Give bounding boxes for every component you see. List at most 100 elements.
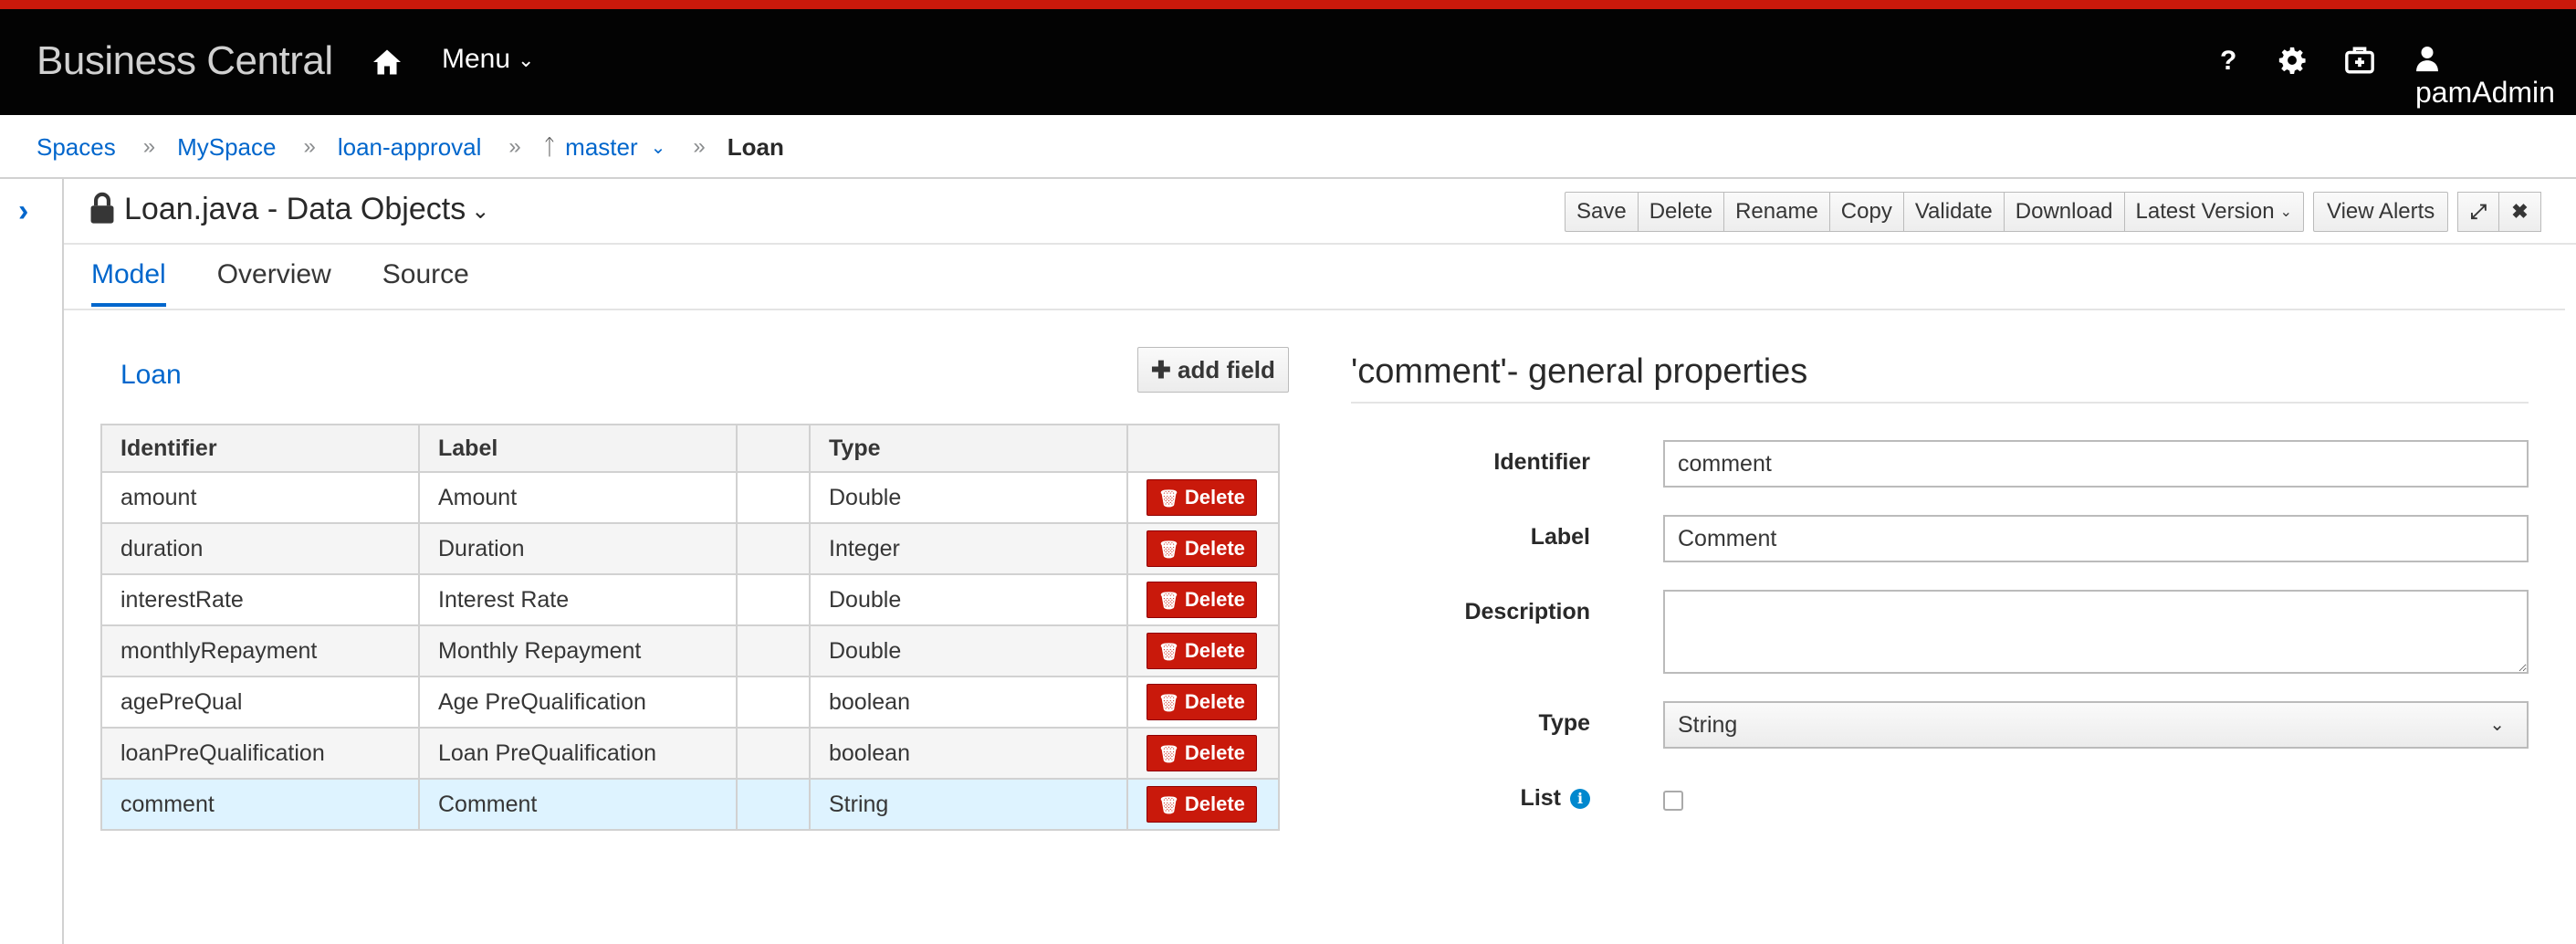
close-icon[interactable]: ✖ [2499, 192, 2541, 232]
field-type-cell: Double [809, 573, 1128, 626]
home-icon[interactable] [371, 46, 403, 79]
breadcrumb-project[interactable]: loan-approval [338, 133, 482, 162]
breadcrumb-myspace[interactable]: MySpace [177, 133, 276, 162]
trash-icon: 🗑 [1158, 694, 1179, 712]
tab-model[interactable]: Model [91, 259, 166, 307]
copy-button[interactable]: Copy [1829, 192, 1904, 232]
description-textarea[interactable] [1663, 590, 2529, 674]
field-identifier-cell: amount [100, 471, 420, 524]
delete-label: Delete [1184, 741, 1245, 764]
divider [64, 243, 2576, 245]
alerts-toolbar: View Alerts [2313, 192, 2449, 232]
table-row[interactable]: agePreQual Age PreQualification boolean 🗑 De… [100, 676, 1280, 729]
table-row[interactable]: monthlyRepayment Monthly Repayment Double 🗑… [100, 624, 1280, 677]
user-icon [2416, 47, 2438, 72]
table-row[interactable]: comment Comment String 🗑 Delete [100, 778, 1280, 831]
field-spacer-cell [736, 624, 811, 677]
delete-field-button[interactable]: 🗑 Delete [1147, 530, 1257, 567]
label-input[interactable] [1663, 515, 2529, 562]
field-spacer-cell [736, 573, 811, 626]
field-label-cell: Age PreQualification [418, 676, 738, 729]
delete-button[interactable]: Delete [1638, 192, 1725, 232]
field-type-cell: boolean [809, 676, 1128, 729]
editor-title[interactable]: Loan.java - Data Objects ⌄ [89, 192, 489, 227]
column-header-label[interactable]: Label [418, 424, 738, 473]
top-accent-bar [0, 0, 2576, 9]
lock-icon [90, 192, 114, 224]
field-identifier-cell: monthlyRepayment [100, 624, 420, 677]
field-identifier-cell: loanPreQualification [100, 727, 420, 780]
column-header-identifier[interactable]: Identifier [100, 424, 420, 473]
rename-button[interactable]: Rename [1724, 192, 1830, 232]
tab-source[interactable]: Source [382, 259, 469, 303]
tasks-kit-icon[interactable] [2344, 44, 2375, 77]
latest-version-label: Latest Version [2135, 199, 2275, 224]
editor-tabs: Model Overview Source [91, 259, 520, 307]
editor-toolbar: Save Delete Rename Copy Validate Downloa… [1565, 192, 2305, 232]
field-spacer-cell [736, 676, 811, 729]
validate-button[interactable]: Validate [1903, 192, 2005, 232]
help-icon[interactable]: ? [2220, 46, 2236, 79]
table-row[interactable]: interestRate Interest Rate Double 🗑 Delete [100, 573, 1280, 626]
delete-label: Delete [1184, 792, 1245, 815]
field-label-cell: Interest Rate [418, 573, 738, 626]
description-label: Description [1464, 599, 1590, 624]
delete-field-button[interactable]: 🗑 Delete [1147, 582, 1257, 618]
menu-label: Menu [442, 44, 511, 74]
type-select[interactable]: String ⌄ [1663, 701, 2529, 749]
trash-icon: 🗑 [1158, 489, 1179, 508]
divider [64, 309, 2565, 310]
trash-icon: 🗑 [1158, 592, 1179, 610]
field-spacer-cell [736, 727, 811, 780]
field-identifier-cell: duration [100, 522, 420, 575]
download-button[interactable]: Download [2004, 192, 2125, 232]
view-alerts-button[interactable]: View Alerts [2313, 192, 2449, 232]
window-controls: ⤢ ✖ [2457, 192, 2541, 232]
trash-icon: 🗑 [1158, 796, 1179, 814]
identifier-input[interactable] [1663, 440, 2529, 488]
info-icon[interactable]: i [1570, 789, 1590, 809]
field-identifier-cell: agePreQual [100, 676, 420, 729]
delete-field-button[interactable]: 🗑 Delete [1147, 786, 1257, 823]
tab-overview[interactable]: Overview [217, 259, 331, 303]
trash-icon: 🗑 [1158, 540, 1179, 559]
label-label: Label [1530, 524, 1590, 550]
delete-field-button[interactable]: 🗑 Delete [1147, 735, 1257, 771]
expand-icon[interactable]: ⤢ [2457, 192, 2499, 232]
side-panel-rail: › [0, 179, 64, 944]
divider [1351, 402, 2529, 404]
breadcrumb: Spaces » MySpace » loan-approval » ᛏ master ⌄ » Lo… [37, 131, 784, 168]
delete-label: Delete [1184, 537, 1245, 560]
breadcrumb-spaces[interactable]: Spaces [37, 133, 116, 162]
field-spacer-cell [736, 471, 811, 524]
table-row[interactable]: amount Amount Double 🗑 Delete [100, 471, 1280, 524]
chevron-down-icon: ⌄ [471, 198, 490, 224]
gear-icon[interactable] [2277, 44, 2308, 77]
add-field-label: add field [1178, 356, 1275, 383]
field-actions-cell: 🗑 Delete [1126, 624, 1280, 677]
list-checkbox[interactable] [1663, 791, 1683, 811]
branch-selector[interactable]: ᛏ master ⌄ [543, 132, 666, 163]
expand-panel-chevron-icon[interactable]: › [18, 194, 28, 229]
field-label-cell: Loan PreQualification [418, 727, 738, 780]
user-menu[interactable]: pamAdmin [2415, 42, 2576, 109]
menu-dropdown[interactable]: Menu ⌄ [442, 44, 534, 75]
column-header-type[interactable]: Type [809, 424, 1128, 473]
field-type-cell: Integer [809, 522, 1128, 575]
data-object-name[interactable]: Loan [120, 360, 182, 391]
field-label-cell: Duration [418, 522, 738, 575]
delete-field-button[interactable]: 🗑 Delete [1147, 633, 1257, 669]
editor-title-text: Loan.java - Data Objects [124, 192, 466, 226]
delete-field-button[interactable]: 🗑 Delete [1147, 684, 1257, 720]
identifier-label: Identifier [1493, 449, 1590, 475]
delete-field-button[interactable]: 🗑 Delete [1147, 479, 1257, 516]
branch-name: master [565, 133, 638, 162]
save-button[interactable]: Save [1565, 192, 1639, 232]
delete-label: Delete [1184, 690, 1245, 713]
brand-logo[interactable]: Business Central [37, 38, 333, 84]
table-row[interactable]: loanPreQualification Loan PreQualificatio… [100, 727, 1280, 780]
field-type-cell: boolean [809, 727, 1128, 780]
latest-version-dropdown[interactable]: Latest Version ⌄ [2124, 192, 2305, 232]
add-field-button[interactable]: ✚ add field [1137, 347, 1289, 393]
table-row[interactable]: duration Duration Integer 🗑 Delete [100, 522, 1280, 575]
